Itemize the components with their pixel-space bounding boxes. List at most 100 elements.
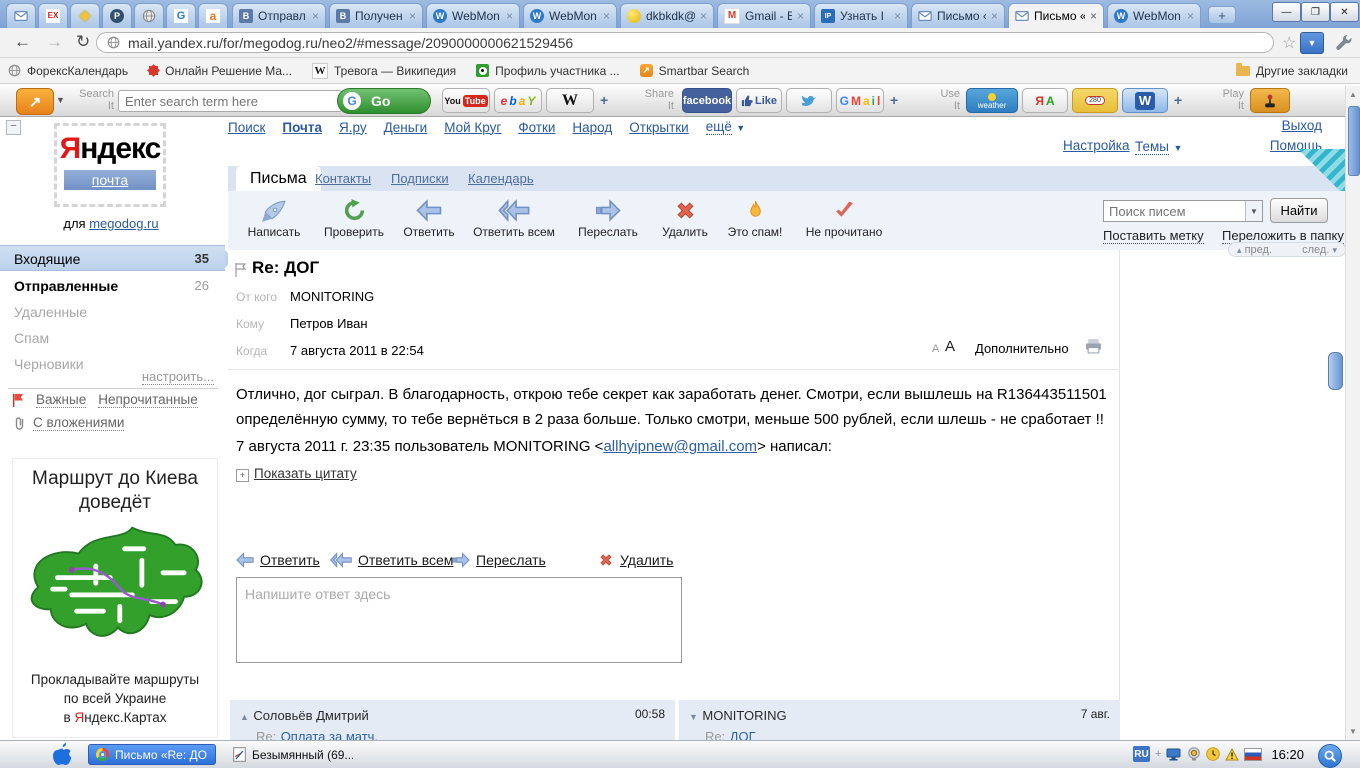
mail-search-input[interactable] bbox=[1104, 203, 1245, 219]
tab-close-icon[interactable]: × bbox=[1187, 10, 1194, 22]
pinned-tab-p[interactable]: P bbox=[102, 3, 132, 28]
nav-fotki-link[interactable]: Фотки bbox=[518, 120, 555, 135]
settings-link[interactable]: Настройка bbox=[1063, 138, 1129, 153]
flag-outline-icon[interactable] bbox=[234, 262, 247, 278]
window-close-button[interactable]: ✕ bbox=[1330, 2, 1359, 22]
email-link[interactable]: allhyipnew@gmail.com bbox=[603, 438, 757, 455]
delete-button[interactable]: Удалить bbox=[656, 196, 714, 239]
tab-close-icon[interactable]: × bbox=[991, 10, 998, 22]
logout-link[interactable]: Выход bbox=[1282, 118, 1322, 133]
tab-close-icon[interactable]: × bbox=[506, 10, 513, 22]
other-bookmarks-button[interactable]: Другие закладки bbox=[1236, 62, 1348, 78]
add-button-icon[interactable]: + bbox=[1174, 92, 1182, 108]
collapse-sidebar-button[interactable]: − bbox=[6, 120, 21, 135]
warning-icon[interactable] bbox=[1225, 747, 1240, 761]
new-tab-button[interactable]: + bbox=[1208, 6, 1236, 23]
reload-icon[interactable]: ↻ bbox=[76, 33, 90, 50]
set-label-link[interactable]: Поставить метку bbox=[1103, 228, 1204, 244]
reply-link[interactable]: Ответить bbox=[236, 552, 320, 568]
clock-agent-icon[interactable] bbox=[1206, 747, 1221, 761]
tab-webmoney-3[interactable]: W WebMon × bbox=[1107, 3, 1201, 28]
find-button[interactable]: Найти bbox=[1270, 198, 1328, 223]
pinned-tab-mail[interactable] bbox=[6, 3, 36, 28]
folder-deleted[interactable]: Удаленные bbox=[0, 299, 225, 325]
tab-contacts[interactable]: Контакты bbox=[315, 171, 371, 186]
pinned-tab-globe[interactable] bbox=[134, 3, 164, 28]
tray-expand-icon[interactable]: + bbox=[1155, 748, 1161, 760]
to-value[interactable]: Петров Иван bbox=[290, 316, 368, 331]
tab-subscriptions[interactable]: Подписки bbox=[391, 171, 449, 186]
webcam-agent-icon[interactable] bbox=[1187, 747, 1201, 761]
facebook-button[interactable]: facebook bbox=[682, 88, 732, 113]
pinned-tab-spark[interactable] bbox=[70, 3, 100, 28]
nav-moikrug-link[interactable]: Мой Круг bbox=[444, 120, 501, 135]
tab-close-icon[interactable]: × bbox=[409, 10, 416, 22]
tab-webmoney-2[interactable]: W WebMon × bbox=[523, 3, 617, 28]
mark-unread-button[interactable]: Не прочитано bbox=[794, 196, 894, 239]
maps-button[interactable]: 280 bbox=[1072, 88, 1118, 113]
nav-mail-link[interactable]: Почта bbox=[282, 120, 322, 135]
back-icon[interactable]: ← bbox=[14, 33, 31, 50]
address-bar[interactable]: mail.yandex.ru/for/megodog.ru/neo2/#mess… bbox=[96, 32, 1274, 53]
more-options-link[interactable]: Дополнительно bbox=[975, 341, 1069, 356]
reply-all-button[interactable]: Ответить всем bbox=[466, 196, 562, 239]
compose-button[interactable]: Написать bbox=[238, 196, 310, 239]
taskbar-task-mail[interactable]: Письмо «Re: ДО... bbox=[88, 744, 216, 765]
word-button[interactable]: W bbox=[1122, 88, 1168, 113]
reply-all-link[interactable]: Ответить всем bbox=[330, 552, 453, 568]
tab-gmail[interactable]: M Gmail - B × bbox=[717, 3, 811, 28]
themes-link[interactable]: Темы ▼ bbox=[1135, 138, 1182, 156]
scrollbar-thumb[interactable] bbox=[1348, 106, 1360, 176]
weather-button[interactable]: weather bbox=[966, 88, 1018, 113]
tab-uznat-ip[interactable]: IP Узнать I × bbox=[814, 3, 908, 28]
tab-close-icon[interactable]: × bbox=[603, 10, 610, 22]
nav-more-link[interactable]: ещё ▼ bbox=[705, 118, 745, 136]
twitter-button[interactable] bbox=[786, 88, 832, 113]
smartbar-search-input[interactable] bbox=[118, 90, 342, 112]
browser-scrollbar[interactable]: ▲ ▼ bbox=[1345, 86, 1360, 740]
bookmark-star-icon[interactable]: ☆ bbox=[1282, 33, 1296, 53]
add-button-icon[interactable]: + bbox=[600, 92, 608, 108]
extension-button[interactable]: ▼ bbox=[1300, 32, 1324, 54]
nav-yaru-link[interactable]: Я.ру bbox=[339, 120, 367, 135]
folder-spam[interactable]: Спам bbox=[0, 325, 225, 351]
window-minimize-button[interactable]: — bbox=[1272, 2, 1301, 22]
reply-button[interactable]: Ответить bbox=[396, 196, 462, 239]
start-apple-icon[interactable] bbox=[50, 742, 74, 768]
filter-unread-link[interactable]: Непрочитанные bbox=[98, 392, 198, 408]
tab-calendar[interactable]: Календарь bbox=[468, 171, 534, 186]
wikipedia-button[interactable]: W bbox=[546, 88, 594, 113]
bookmark-wikipedia[interactable]: W Тревога — Википедия bbox=[312, 62, 456, 79]
games-button[interactable] bbox=[1250, 88, 1290, 113]
folder-sent[interactable]: Отправленные 26 bbox=[0, 273, 225, 299]
inner-scrollbar-thumb[interactable] bbox=[1328, 352, 1343, 390]
forward-icon[interactable]: → bbox=[46, 33, 63, 50]
tab-close-icon[interactable]: × bbox=[894, 10, 901, 22]
from-value[interactable]: MONITORING bbox=[290, 289, 374, 304]
bookmark-forex[interactable]: ФорексКалендарь bbox=[8, 64, 128, 78]
tab-close-icon[interactable]: × bbox=[700, 10, 707, 22]
domain-link[interactable]: megodog.ru bbox=[89, 216, 158, 231]
like-button[interactable]: Like bbox=[736, 88, 782, 113]
filter-attachments-link[interactable]: С вложениями bbox=[33, 415, 125, 431]
youtube-button[interactable]: You Tube bbox=[442, 88, 490, 113]
font-bigger-button[interactable]: А bbox=[945, 338, 955, 355]
search-dropdown-icon[interactable]: ▼ bbox=[1245, 201, 1262, 221]
pinned-tab-g[interactable]: G bbox=[166, 3, 196, 28]
language-indicator[interactable]: RU bbox=[1133, 746, 1150, 762]
mail-search-box[interactable]: ▼ bbox=[1103, 200, 1263, 222]
tab-close-icon[interactable]: × bbox=[1090, 10, 1097, 22]
search-tray-button[interactable] bbox=[1318, 744, 1342, 768]
taskbar-task-paint[interactable]: Безымянный (69... bbox=[226, 744, 360, 765]
yandex-mail-logo[interactable]: Яндекс почта bbox=[54, 123, 166, 207]
tab-letters[interactable]: Письма bbox=[236, 166, 321, 191]
scroll-up-icon[interactable]: ▲ bbox=[1346, 90, 1360, 99]
forward-button[interactable]: Переслать bbox=[566, 196, 650, 239]
print-icon[interactable] bbox=[1085, 338, 1102, 354]
quick-reply-textarea[interactable] bbox=[236, 577, 682, 663]
check-mail-button[interactable]: Проверить bbox=[316, 196, 392, 239]
gmail-button[interactable]: GMail bbox=[836, 88, 884, 113]
next-button[interactable]: след. ▾ bbox=[1302, 244, 1337, 256]
tab-pismo-1[interactable]: Письмо « × bbox=[911, 3, 1005, 28]
google-go-button[interactable]: G Go bbox=[337, 88, 431, 114]
